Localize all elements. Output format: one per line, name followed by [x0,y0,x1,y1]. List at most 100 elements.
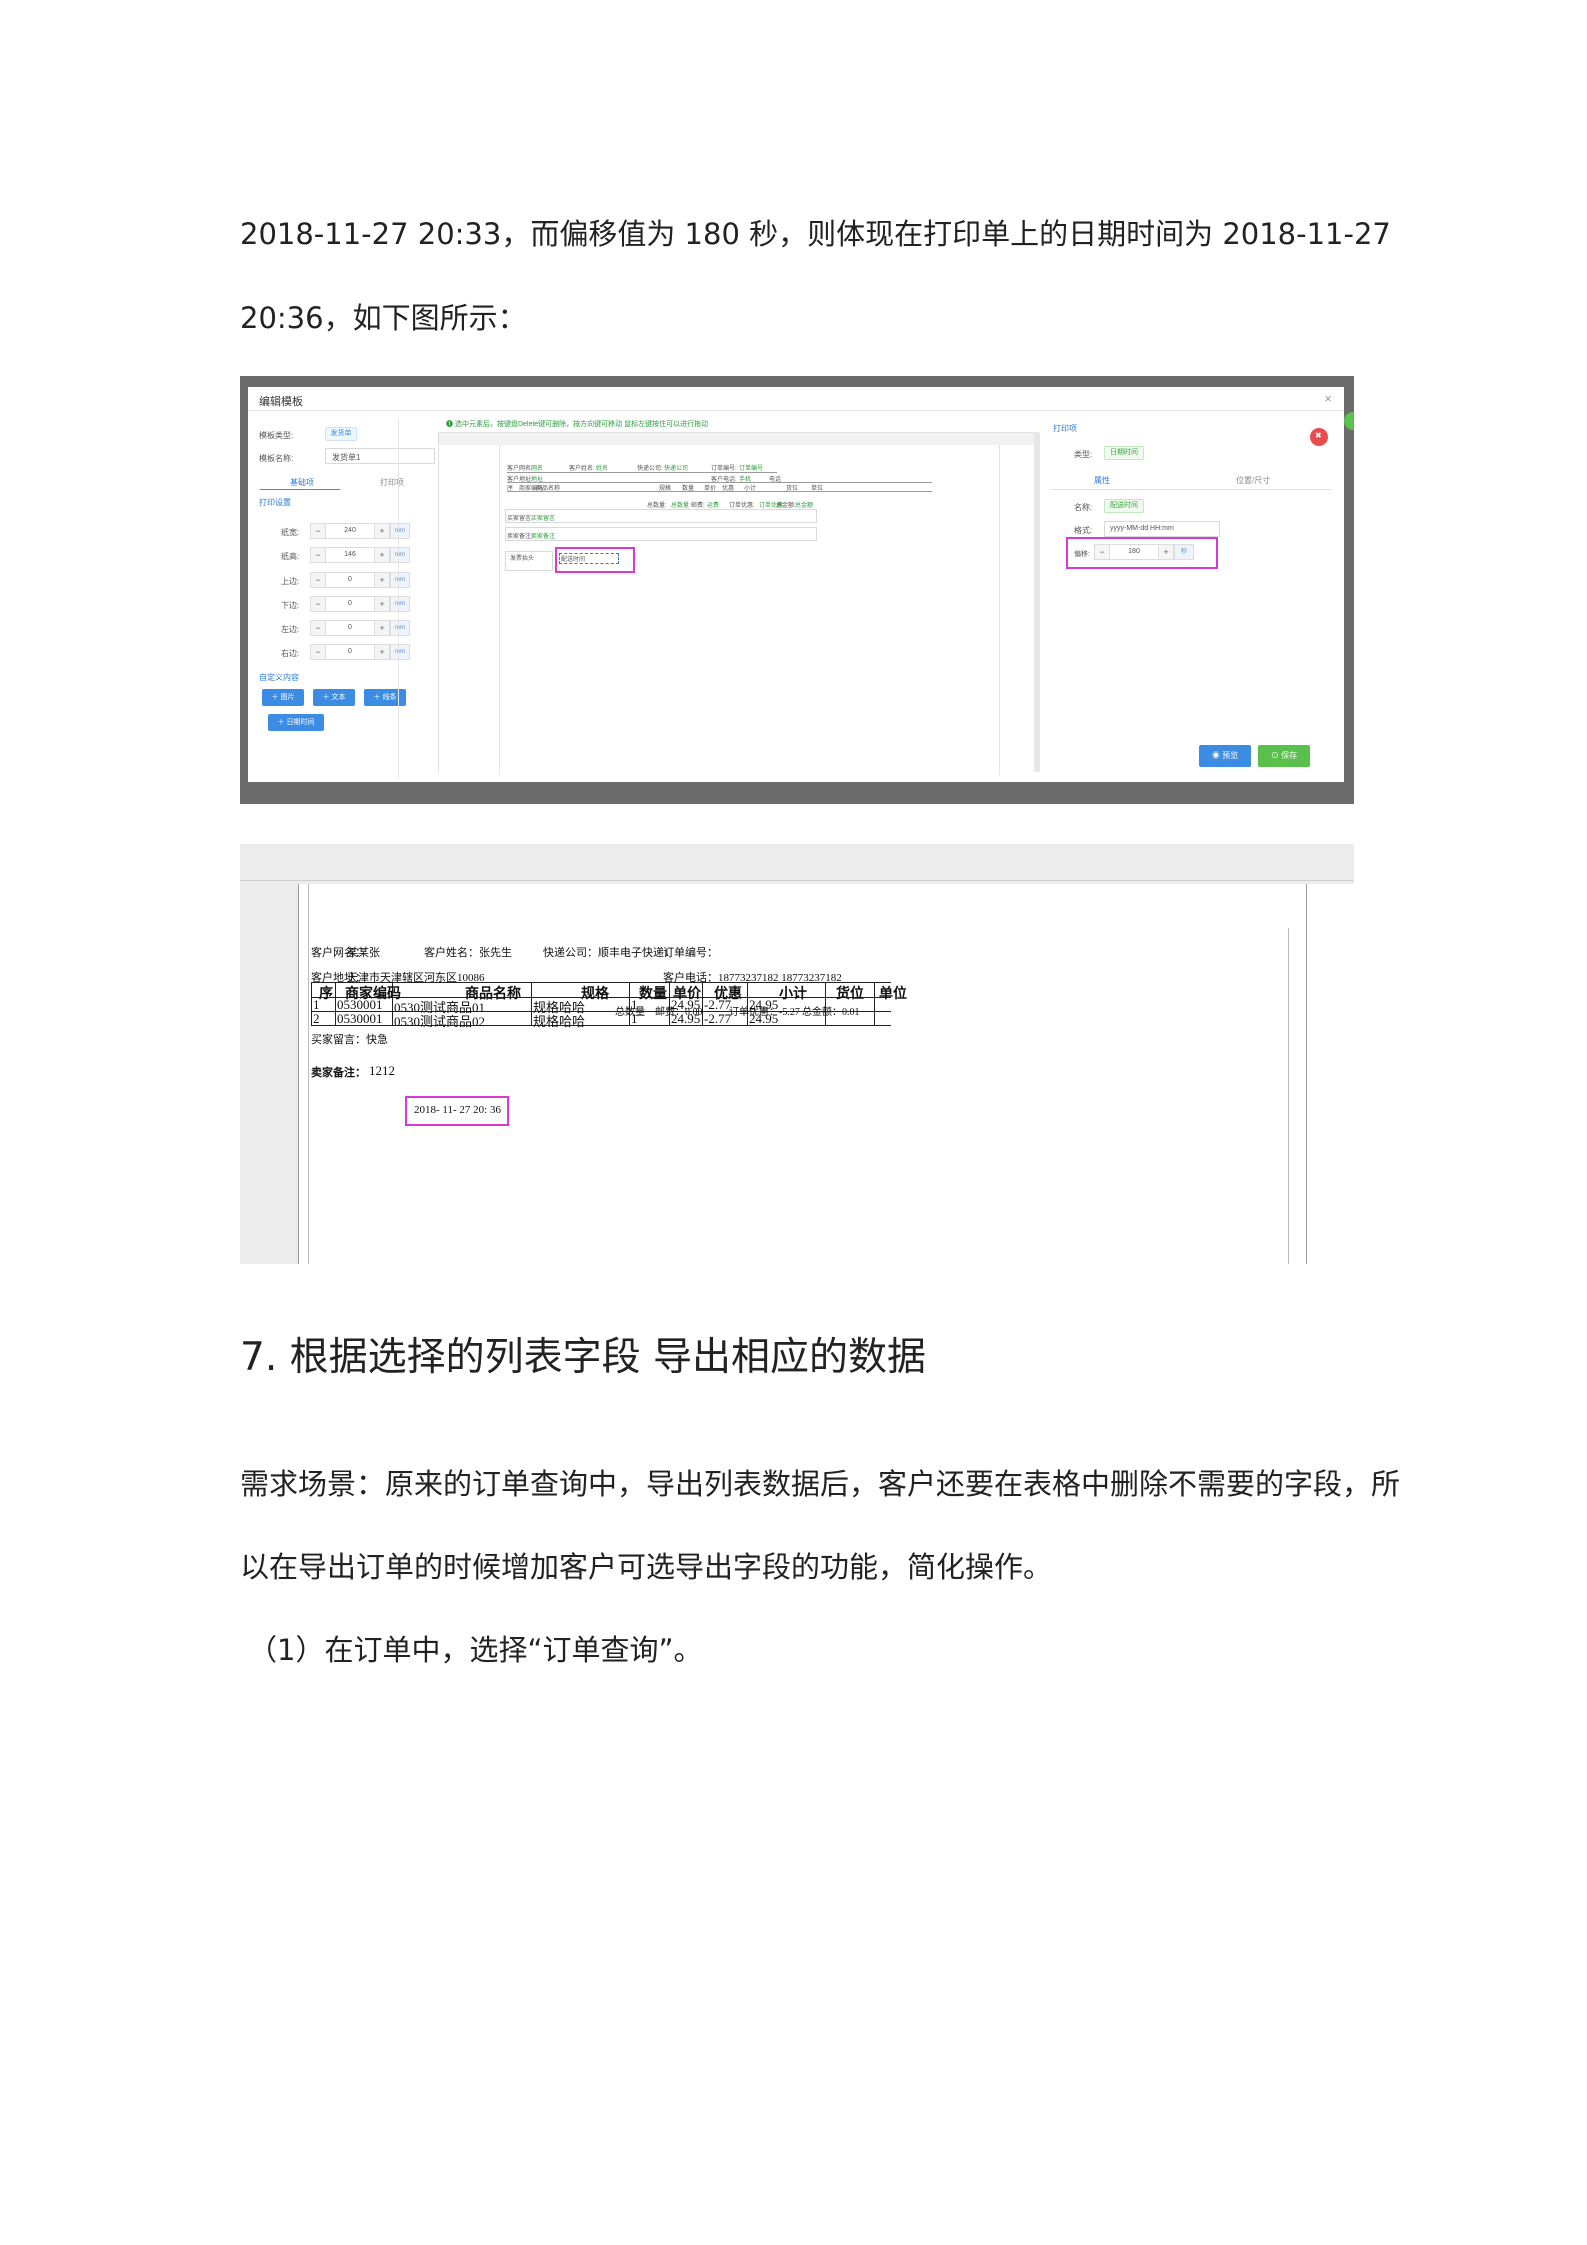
preview-table-column-line [335,982,336,1025]
add-image-button[interactable]: ＋ 图片 [262,689,304,706]
canvas-total: 总数量 [671,503,690,509]
minus-icon[interactable]: − [310,644,326,660]
add-text-button[interactable]: ＋ 文本 [313,689,355,706]
field-label: 下边: [281,601,300,610]
preview-seller-note-value: 1212 [369,1063,395,1078]
field-stepper[interactable]: −0 + mm [310,572,410,588]
plus-icon[interactable]: + [374,572,390,588]
canvas-total: 运费 [707,503,720,509]
delete-button[interactable]: ✖ [1310,428,1328,446]
seller-note-value: 卖家备注 [531,534,556,540]
paragraph-line-1: 2018-11-27 20:33，而偏移值为 180 秒，则体现在打印单上的日期… [240,217,1391,251]
preview-column-header: 单位 [879,987,907,1002]
canvas-field: 快递公司: [637,466,663,472]
preview-cell: 0530测试商品02 [394,1014,486,1029]
tab-position-size[interactable]: 位置/尺寸 [1236,475,1270,486]
canvas-paper: 客户网名: 网名 客户姓名: 姓名 快递公司: 快递公司 订单编号: 订单编号 客户地址: 地址客… [439,445,1054,775]
canvas-field: 客户网名: [507,466,533,472]
preview-total: 总金额：0.01 [802,1007,860,1018]
field-value: 0 [326,596,374,612]
tab-print[interactable]: 打印项 [380,477,404,488]
preview-button[interactable]: ◉ 预览 [1199,745,1251,767]
canvas-area: 客户网名: 网名 客户姓名: 姓名 快递公司: 快递公司 订单编号: 订单编号 客户地址: 地址客… [438,432,1054,775]
canvas-field: 姓名 [596,466,609,472]
name-value[interactable]: 配送时间 [1104,499,1144,513]
preview-cell: -2.77 [704,1011,732,1026]
canvas-field: 客户姓名: [569,466,595,472]
minus-icon[interactable]: − [310,523,326,539]
offset-label: 偏移: [1074,551,1090,558]
template-name-label: 模板名称: [259,454,294,463]
field-unit: mm [390,547,410,563]
preview-column-header: 数量 [639,987,667,1002]
offset-unit: 秒 [1174,544,1194,560]
offset-stepper[interactable]: − 180 + 秒 [1094,544,1194,560]
field-stepper[interactable]: −0 + mm [310,620,410,636]
field-value: 146 [326,547,374,563]
plus-icon[interactable]: + [374,620,390,636]
field-label: 左边: [281,625,300,634]
modal-header: 编辑模板 × [248,387,1344,411]
plus-icon[interactable]: + [1158,544,1174,560]
canvas-field: 网名 [531,466,544,472]
paragraph-line-3: 需求场景：原来的订单查询中，导出列表数据后，客户还要在表格中删除不需要的字段，所 [240,1467,1401,1501]
preview-table-column-line [531,982,532,1025]
custom-content-title: 自定义内容 [259,673,299,682]
add-line-button[interactable]: ＋ 线条 [364,689,406,706]
add-datetime-button[interactable]: ＋ 日期时间 [268,714,324,731]
modal-title: 编辑模板 [259,396,303,408]
preview-datetime: 2018- 11- 27 20: 36 [414,1104,501,1116]
preview-total: 邮费：0.00 [655,1007,703,1018]
preview-top-line [240,880,1354,881]
minus-icon[interactable]: − [310,620,326,636]
canvas-scrollbar[interactable] [1034,432,1040,772]
field-stepper[interactable]: −240 + mm [310,523,410,539]
preview-field: 快递公司：顺丰电子快递1 [543,947,670,959]
name-label: 名称: [1074,503,1093,512]
canvas-total: 总金额 [795,503,814,509]
edit-template-modal: 编辑模板 × 模板类型: 发货单 模板名称: 发货单1 基础项 打印项 打印设置… [248,387,1344,782]
field-stepper[interactable]: −146 + mm [310,547,410,563]
preview-cell: 规格哈哈 [533,1014,586,1029]
field-value: 0 [326,572,374,588]
tab-basic-underline [260,489,340,490]
plus-icon[interactable]: + [374,644,390,660]
save-button[interactable]: ⊙ 保存 [1258,745,1310,767]
plus-icon[interactable]: + [374,523,390,539]
tab-attributes[interactable]: 属性 [1094,475,1110,486]
print-item-title: 打印项 [1053,424,1077,433]
template-name-value: 发货单1 [332,453,361,462]
paragraph-line-5: （1）在订单中，选择“订单查询”。 [248,1633,703,1667]
paragraph-line-4: 以在导出订单的时候增加客户可选导出字段的功能，简化操作。 [240,1550,1053,1584]
plus-icon[interactable]: + [374,596,390,612]
type-value: 日期时间 [1104,446,1144,460]
canvas-total: 订单优惠: [729,503,755,509]
minus-icon[interactable]: − [310,572,326,588]
canvas-total: 总金额: [776,503,796,509]
template-type-value[interactable]: 发货单 [325,427,357,441]
side-tab[interactable] [1344,412,1354,430]
preview-buyer-message: 买家留言：快急 [311,1034,388,1046]
trash-icon: ✖ [1315,431,1322,440]
preview-seller-note-label: 卖家备注： [311,1067,366,1079]
field-unit: mm [390,620,410,636]
field-stepper[interactable]: −0 + mm [310,596,410,612]
preview-column-header: 规格 [581,987,609,1002]
tab-basic[interactable]: 基础项 [290,477,314,488]
canvas-margin-left [499,445,500,775]
minus-icon[interactable]: − [1094,544,1110,560]
minus-icon[interactable]: − [310,547,326,563]
field-label: 上边: [281,577,300,586]
left-divider [398,419,399,779]
right-tabs [1050,470,1332,490]
buyer-message-label: 买家留言: [507,516,533,522]
field-stepper[interactable]: −0 + mm [310,644,410,660]
plus-icon[interactable]: + [374,547,390,563]
editor-tip: ❶ 选中元素后，按键盘Delete键可删除，按方向键可移动 鼠标左键按住可以进行… [446,421,709,428]
close-icon[interactable]: × [1324,391,1332,406]
preview-table-column-line [874,982,875,1025]
preview-total: 订单优惠：-5.27 [729,1007,800,1018]
paper-left-margin [308,884,309,1264]
format-label: 格式: [1074,526,1093,535]
minus-icon[interactable]: − [310,596,326,612]
